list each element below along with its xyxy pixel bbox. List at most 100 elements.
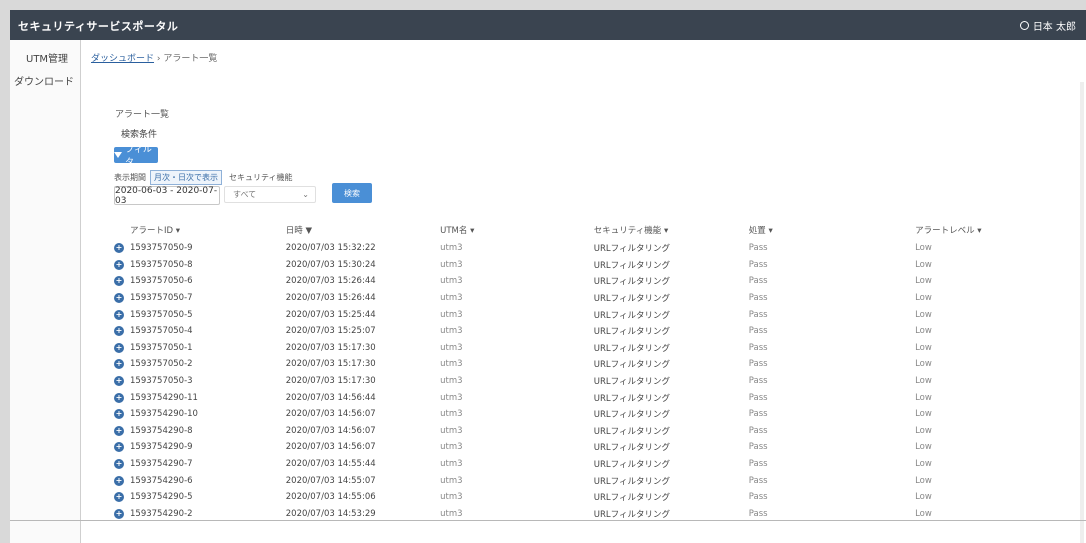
table-row[interactable]: +1593757050-2 2020/07/03 15:17:30 utm3 URLフ… (114, 356, 1054, 373)
security-feature-select[interactable]: すべて ⌄ (224, 186, 316, 203)
cell-utm-name: utm3 (440, 326, 463, 337)
page-title: アラート一覧 (115, 110, 170, 120)
cell-datetime: 2020/07/03 14:56:07 (285, 409, 376, 420)
cell-datetime: 2020/07/03 14:56:07 (285, 425, 376, 436)
table-row[interactable]: +1593757050-6 2020/07/03 15:26:44 utm3 URLフ… (114, 273, 1054, 290)
expand-plus-icon[interactable]: + (114, 293, 124, 304)
expand-plus-icon[interactable]: + (114, 392, 124, 403)
column-header-alert-id[interactable]: アラートID ▾ (114, 220, 286, 240)
alert-id-cell: +1593757050-4 (114, 326, 286, 337)
divider (10, 520, 1086, 521)
expand-plus-icon[interactable]: + (114, 243, 124, 254)
expand-plus-icon[interactable]: + (114, 459, 124, 470)
breadcrumb-dashboard-link[interactable]: ダッシュボード (91, 54, 154, 64)
cell-security-feature: URLフィルタリング (593, 343, 670, 354)
cell-alert-level: Low (915, 425, 932, 436)
cell-action: Pass (748, 459, 768, 470)
column-header-alert-level[interactable]: アラートレベル ▾ (915, 220, 1054, 240)
alert-id-cell: +1593754290-2 (114, 508, 286, 519)
table-header-row: アラートID ▾ 日時 ▼ UTM名 ▾ セキュリティ機能 ▾ 処置 ▾ アラー… (114, 220, 1054, 240)
table-row[interactable]: +1593754290-7 2020/07/03 14:55:44 utm3 URLフ… (114, 456, 1054, 473)
sidebar-item-utm[interactable]: UTM管理 (10, 40, 80, 69)
expand-plus-icon[interactable]: + (114, 376, 124, 387)
cell-action: Pass (748, 243, 768, 254)
table-row[interactable]: +1593757050-5 2020/07/03 15:25:44 utm3 URLフ… (114, 306, 1054, 323)
sidebar: UTM管理 ダウンロード (10, 40, 81, 543)
cell-security-feature: URLフィルタリング (593, 393, 670, 404)
cell-alert-id: +1593754290-5 (114, 489, 286, 506)
cell-datetime: 2020/07/03 15:26:44 (285, 293, 376, 304)
table-body: +1593757050-9 2020/07/03 15:32:22 utm3 URLフ… (114, 240, 1054, 522)
expand-plus-icon[interactable]: + (114, 359, 124, 370)
alert-id-cell: +1593757050-5 (114, 309, 286, 320)
breadcrumb: ダッシュボード › アラート一覧 (91, 51, 217, 64)
sidebar-item-download[interactable]: ダウンロード (10, 69, 80, 92)
app-title[interactable]: セキュリティサービスポータル (18, 18, 178, 34)
cell-utm-name: utm3 (440, 342, 463, 353)
column-header-datetime[interactable]: 日時 ▼ (286, 220, 440, 240)
expand-plus-icon[interactable]: + (114, 259, 124, 270)
expand-plus-icon[interactable]: + (114, 492, 124, 503)
cell-alert-level: Low (915, 392, 932, 403)
expand-plus-icon[interactable]: + (114, 442, 124, 453)
alert-id-cell: +1593757050-7 (114, 293, 286, 304)
table-row[interactable]: +1593757050-8 2020/07/03 15:30:24 utm3 URLフ… (114, 257, 1054, 274)
cell-alert-level: Low (915, 442, 932, 453)
column-header-security-feature[interactable]: セキュリティ機能 ▾ (594, 220, 749, 240)
table-row[interactable]: +1593754290-8 2020/07/03 14:56:07 utm3 URLフ… (114, 423, 1054, 440)
cell-security-feature: URLフィルタリング (593, 476, 670, 487)
cell-security-feature: URLフィルタリング (593, 410, 670, 421)
cell-action: Pass (748, 359, 768, 370)
expand-plus-icon[interactable]: + (114, 342, 124, 353)
cell-alert-id: +1593754290-10 (114, 406, 286, 423)
expand-plus-icon[interactable]: + (114, 276, 124, 287)
cell-alert-id: +1593754290-9 (114, 439, 286, 456)
table-row[interactable]: +1593754290-6 2020/07/03 14:55:07 utm3 URLフ… (114, 472, 1054, 489)
table-row[interactable]: +1593757050-3 2020/07/03 15:17:30 utm3 URLフ… (114, 373, 1054, 390)
column-header-action[interactable]: 処置 ▾ (749, 220, 915, 240)
alert-id-text: 1593754290-9 (130, 442, 193, 453)
period-option[interactable]: 月次・日次で表示 (150, 170, 222, 185)
alert-id-cell: +1593754290-11 (114, 392, 286, 403)
expand-plus-icon[interactable]: + (114, 326, 124, 337)
expand-plus-icon[interactable]: + (114, 425, 124, 436)
table-row[interactable]: +1593754290-10 2020/07/03 14:56:07 utm3 URL… (114, 406, 1054, 423)
cell-action: Pass (748, 492, 768, 503)
table-row[interactable]: +1593757050-9 2020/07/03 15:32:22 utm3 URLフ… (114, 240, 1054, 257)
table-row[interactable]: +1593754290-11 2020/07/03 14:56:44 utm3 URL… (114, 389, 1054, 406)
vertical-scrollbar[interactable] (1080, 82, 1084, 543)
alert-id-cell: +1593754290-9 (114, 442, 286, 453)
cell-alert-id: +1593754290-8 (114, 423, 286, 440)
chevron-down-icon: ⌄ (302, 190, 309, 199)
cell-datetime: 2020/07/03 14:55:06 (285, 492, 376, 503)
column-header-utm[interactable]: UTM名 ▾ (440, 220, 594, 240)
cell-utm-name: utm3 (440, 409, 463, 420)
table-row[interactable]: +1593757050-4 2020/07/03 15:25:07 utm3 URLフ… (114, 323, 1054, 340)
expand-plus-icon[interactable]: + (114, 409, 124, 420)
table-row[interactable]: +1593754290-5 2020/07/03 14:55:06 utm3 URLフ… (114, 489, 1054, 506)
cell-utm-name: utm3 (440, 376, 463, 387)
cell-alert-level: Low (915, 243, 932, 254)
expand-plus-icon[interactable]: + (114, 309, 124, 320)
cell-security-feature: URLフィルタリング (593, 460, 670, 471)
user-menu[interactable]: 日本 太郎 (1019, 18, 1076, 33)
table-row[interactable]: +1593757050-1 2020/07/03 15:17:30 utm3 URLフ… (114, 340, 1054, 357)
cell-security-feature: URLフィルタリング (593, 277, 670, 288)
cell-action: Pass (748, 342, 768, 353)
expand-plus-icon[interactable]: + (114, 508, 124, 519)
date-range-input[interactable]: 2020-06-03 - 2020-07-03 (114, 186, 220, 206)
cell-utm-name: utm3 (440, 359, 463, 370)
table-row[interactable]: +1593754290-9 2020/07/03 14:56:07 utm3 URLフ… (114, 439, 1054, 456)
cell-action: Pass (748, 392, 768, 403)
alert-id-text: 1593757050-3 (130, 376, 193, 387)
cell-utm-name: utm3 (440, 459, 463, 470)
user-icon (1019, 21, 1029, 30)
expand-plus-icon[interactable]: + (114, 475, 124, 486)
table-row[interactable]: +1593757050-7 2020/07/03 15:26:44 utm3 URLフ… (114, 290, 1054, 307)
alert-id-cell: +1593754290-10 (114, 409, 286, 420)
alert-id-text: 1593757050-2 (130, 359, 193, 370)
filter-button[interactable]: フィルタ (114, 145, 158, 168)
search-button[interactable]: 検索 (332, 183, 372, 203)
cell-utm-name: utm3 (440, 309, 463, 320)
cell-security-feature: URLフィルタリング (593, 426, 670, 437)
